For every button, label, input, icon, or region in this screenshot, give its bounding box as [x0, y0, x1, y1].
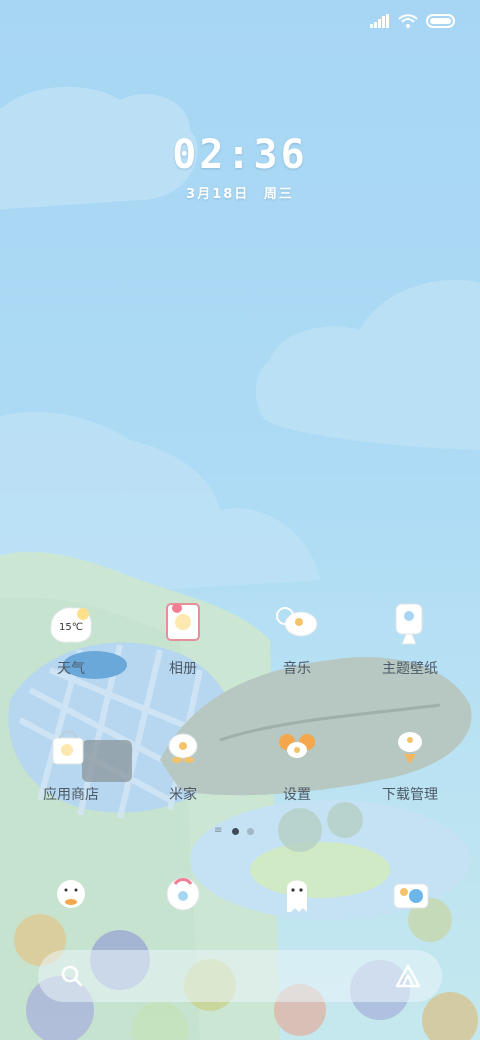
dock-browser[interactable] — [241, 868, 353, 924]
page-indicator[interactable]: ≡ — [214, 826, 254, 836]
clock-time[interactable]: 02:36 — [0, 132, 480, 178]
phone-icon — [43, 868, 99, 924]
search-bar[interactable] — [38, 950, 442, 1002]
music-icon — [269, 598, 325, 654]
app-store[interactable]: 应用商店 — [15, 724, 127, 804]
app-music[interactable]: 音乐 — [241, 598, 353, 678]
themes-icon — [382, 598, 438, 654]
camera-icon — [382, 868, 438, 924]
settings-icon — [269, 724, 325, 780]
app-settings[interactable]: 设置 — [241, 724, 353, 804]
browser-icon — [269, 868, 325, 924]
mi-home-icon — [155, 724, 211, 780]
app-label: 天气 — [57, 661, 85, 677]
app-label: 主题壁纸 — [382, 661, 438, 677]
date-text: 3月18日 — [186, 187, 250, 202]
dock-messages[interactable] — [127, 868, 239, 924]
weekday-text: 周三 — [263, 187, 294, 202]
app-label: 音乐 — [283, 661, 311, 677]
dock-phone[interactable] — [15, 868, 127, 924]
weather-temp: 15℃ — [59, 622, 83, 633]
signal-icon — [370, 14, 389, 28]
app-downloads[interactable]: 下载管理 — [354, 724, 466, 804]
dock-camera[interactable] — [354, 868, 466, 924]
app-mi-home[interactable]: 米家 — [127, 724, 239, 804]
app-themes[interactable]: 主题壁纸 — [354, 598, 466, 678]
messages-icon — [155, 868, 211, 924]
gallery-icon — [155, 598, 211, 654]
app-label: 下载管理 — [382, 787, 438, 803]
app-label: 米家 — [169, 787, 197, 803]
downloads-icon — [382, 724, 438, 780]
app-label: 应用商店 — [43, 787, 99, 803]
weather-icon: 15℃ — [43, 598, 99, 654]
assistant-icon[interactable] — [394, 963, 422, 989]
clock-date[interactable]: 3月18日 周三 — [0, 183, 480, 202]
wifi-icon — [398, 14, 418, 28]
menu-lines-icon[interactable]: ≡ — [214, 826, 224, 836]
page-dot-1[interactable] — [232, 827, 239, 835]
search-icon[interactable] — [60, 964, 84, 988]
app-gallery[interactable]: 相册 — [127, 598, 239, 678]
status-bar — [370, 10, 456, 32]
app-label: 相册 — [169, 661, 197, 677]
app-label: 设置 — [283, 787, 311, 803]
app-store-icon — [43, 724, 99, 780]
cloud-right — [255, 280, 480, 450]
app-weather[interactable]: 15℃ 天气 — [15, 598, 127, 678]
page-dot-2[interactable] — [247, 827, 254, 835]
battery-icon — [426, 14, 455, 28]
